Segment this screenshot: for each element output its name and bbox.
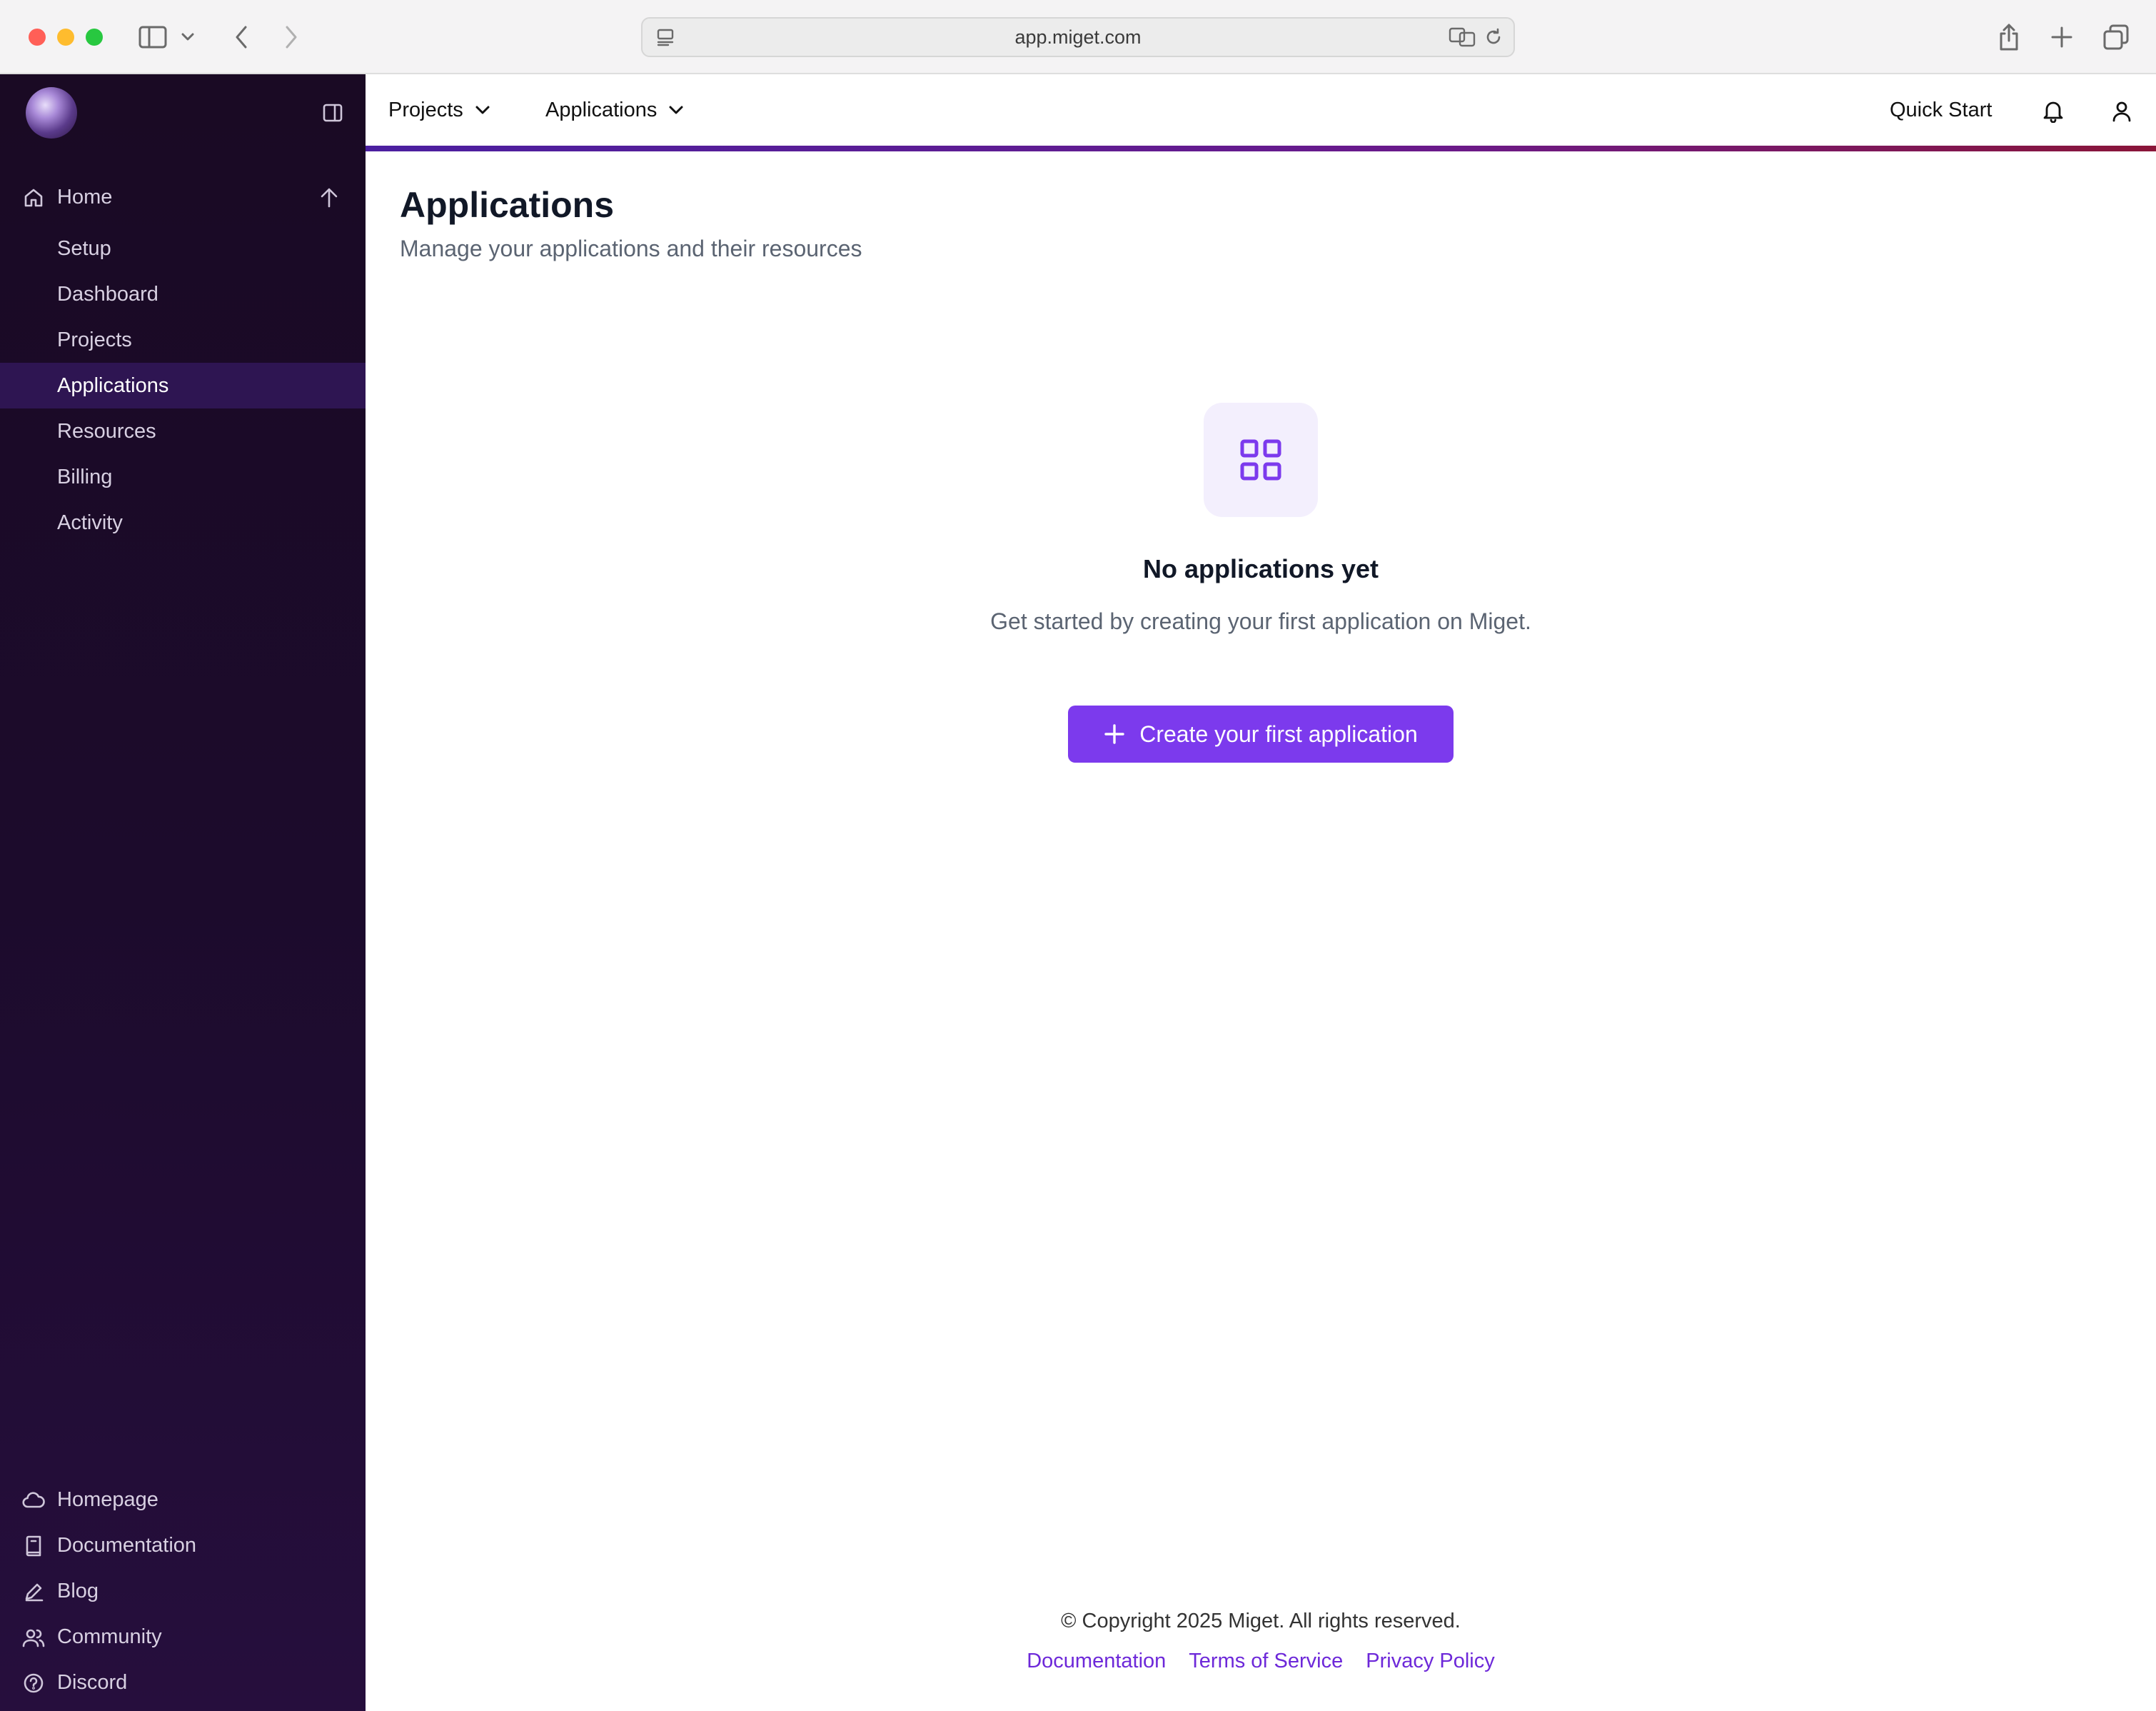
home-icon: [21, 186, 46, 210]
sidebar-link-documentation[interactable]: Documentation: [0, 1522, 366, 1568]
cloud-icon: [21, 1488, 46, 1512]
sidebar-link-label: Documentation: [57, 1533, 197, 1557]
sidebar-item-label: Activity: [57, 511, 123, 534]
page-subtitle: Manage your applications and their resou…: [400, 236, 862, 261]
tab-overview-icon[interactable]: [2100, 21, 2132, 53]
footer-link-terms[interactable]: Terms of Service: [1189, 1650, 1343, 1673]
sidebar-item-label: Dashboard: [57, 282, 158, 306]
sidebar-link-homepage[interactable]: Homepage: [0, 1477, 366, 1522]
applications-dropdown-label: Applications: [545, 98, 658, 121]
user-icon[interactable]: [2106, 96, 2137, 127]
grid-icon: [1204, 403, 1318, 517]
footer-link-documentation[interactable]: Documentation: [1027, 1650, 1166, 1673]
plus-icon: [1104, 724, 1124, 744]
address-bar[interactable]: app.miget.com: [641, 17, 1515, 57]
sidebar-link-discord[interactable]: Discord: [0, 1660, 366, 1705]
sidebar-link-label: Homepage: [57, 1487, 158, 1511]
footer-copyright: © Copyright 2025 Miget. All rights reser…: [1061, 1610, 1461, 1632]
sidebar-link-community[interactable]: Community: [0, 1614, 366, 1660]
sidebar-link-blog[interactable]: Blog: [0, 1568, 366, 1614]
forward-icon[interactable]: [276, 21, 307, 53]
sidebar-item-label: Projects: [57, 328, 132, 351]
sidebar-item-projects[interactable]: Projects: [0, 317, 366, 363]
miget-logo[interactable]: [26, 87, 77, 139]
chevron-down-icon: [669, 106, 683, 114]
sidebar-item-applications[interactable]: Applications: [0, 363, 366, 408]
sidebar-toggle-icon[interactable]: [137, 21, 168, 53]
new-tab-icon[interactable]: [2046, 21, 2077, 53]
sidebar-item-dashboard[interactable]: Dashboard: [0, 271, 366, 317]
sidebar-link-label: Blog: [57, 1579, 99, 1602]
sidebar-link-label: Discord: [57, 1670, 128, 1694]
sidebar-item-activity[interactable]: Activity: [0, 500, 366, 546]
close-window-button[interactable]: [29, 29, 46, 46]
sidebar-item-label: Home: [57, 185, 113, 209]
projects-dropdown[interactable]: Projects: [388, 74, 490, 146]
quick-start-label: Quick Start: [1890, 98, 1993, 121]
chevron-down-icon: [475, 106, 490, 114]
arrow-up-icon[interactable]: [317, 186, 341, 210]
empty-state-title: No applications yet: [1142, 554, 1379, 583]
collapse-sidebar-icon[interactable]: [317, 97, 348, 129]
minimize-window-button[interactable]: [57, 29, 74, 46]
sidebar-item-billing[interactable]: Billing: [0, 454, 366, 500]
footer-links: Documentation Terms of Service Privacy P…: [902, 1650, 1619, 1673]
sidebar: Home Setup Dashboard Projects Applicatio…: [0, 74, 366, 1711]
bell-icon[interactable]: [2037, 96, 2069, 127]
maximize-window-button[interactable]: [86, 29, 103, 46]
url-text: app.miget.com: [1014, 26, 1142, 48]
reload-icon[interactable]: [1478, 21, 1509, 53]
sidebar-item-home[interactable]: Home: [0, 174, 366, 220]
users-icon: [21, 1625, 46, 1650]
sidebar-link-label: Community: [57, 1625, 162, 1648]
projects-dropdown-label: Projects: [388, 98, 463, 121]
sidebar-item-label: Setup: [57, 236, 111, 260]
sidebar-item-label: Resources: [57, 419, 156, 443]
back-icon[interactable]: [226, 21, 257, 53]
browser-toolbar: app.miget.com: [0, 0, 2156, 74]
top-navigation-bar: Projects Applications Quick Start: [366, 74, 2156, 146]
applications-dropdown[interactable]: Applications: [545, 74, 684, 146]
chevron-down-icon[interactable]: [177, 21, 198, 53]
create-application-button[interactable]: Create your first application: [1068, 706, 1454, 763]
sidebar-item-resources[interactable]: Resources: [0, 408, 366, 454]
topbar-accent-line: [366, 146, 2156, 151]
quick-start-link[interactable]: Quick Start: [1890, 74, 1992, 146]
translate-icon[interactable]: [1446, 21, 1478, 53]
create-application-button-label: Create your first application: [1139, 721, 1418, 747]
empty-state-description: Get started by creating your first appli…: [990, 608, 1531, 634]
share-icon[interactable]: [1993, 21, 2025, 53]
pencil-icon: [21, 1580, 46, 1604]
sidebar-item-label: Billing: [57, 465, 113, 488]
book-icon: [21, 1534, 46, 1558]
sidebar-item-label: Applications: [57, 373, 169, 397]
footer-link-privacy[interactable]: Privacy Policy: [1366, 1650, 1495, 1673]
sidebar-item-setup[interactable]: Setup: [0, 226, 366, 271]
page-title: Applications: [400, 185, 615, 225]
help-circle-icon: [21, 1671, 46, 1695]
